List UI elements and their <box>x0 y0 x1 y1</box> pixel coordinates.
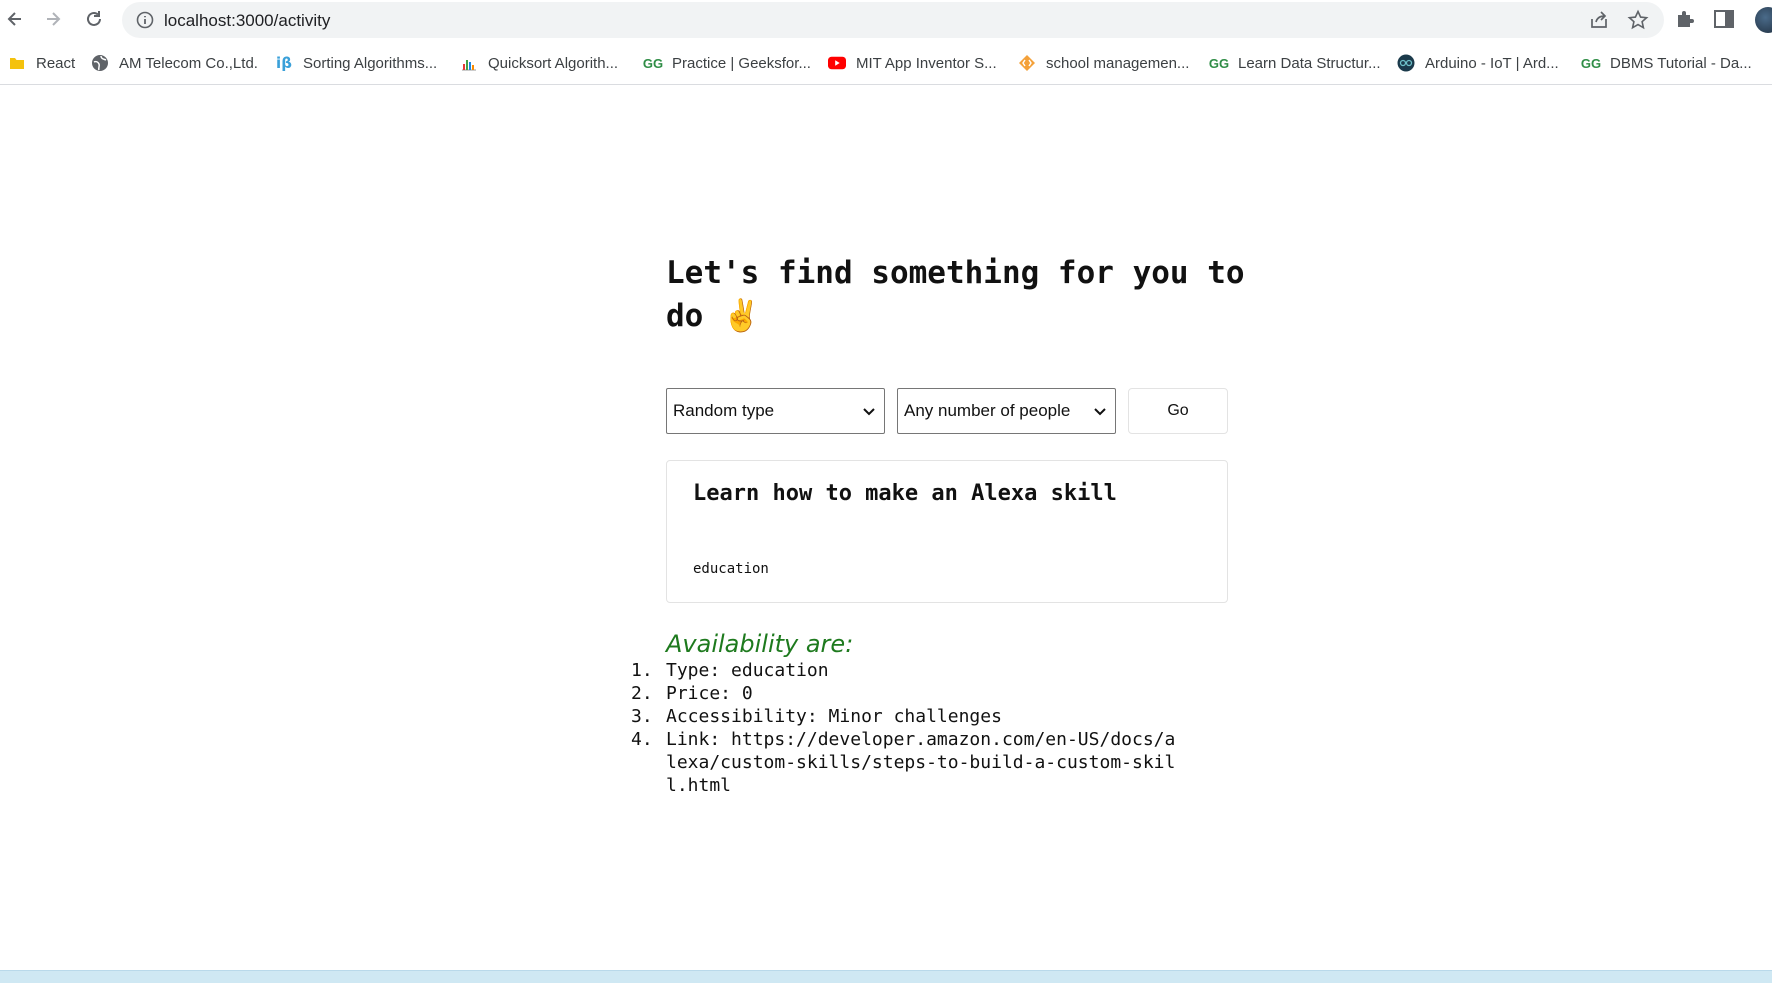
go-button[interactable]: Go <box>1128 388 1228 434</box>
bookmark-item[interactable]: GG DBMS Tutorial - Da... <box>1580 52 1752 74</box>
side-panel-icon[interactable] <box>1712 7 1736 31</box>
bookmark-item[interactable]: MIT App Inventor S... <box>828 52 997 74</box>
bookmark-item[interactable]: GG Learn Data Structur... <box>1208 52 1381 74</box>
site-info-icon[interactable] <box>136 11 154 34</box>
bookmark-item[interactable]: GG Practice | Geeksfor... <box>642 52 811 74</box>
folder-icon <box>8 54 26 72</box>
bookmarks-bar: React AM Telecom Co.,Ltd. iβ Sorting Alg… <box>0 42 1772 85</box>
list-item: 1. Type: education <box>631 660 829 681</box>
bookmark-item[interactable]: React <box>8 52 75 74</box>
reload-icon[interactable] <box>81 6 107 32</box>
list-item: 4. Link: https://developer.amazon.com/en… <box>631 729 1176 796</box>
availability-heading: Availability are: <box>666 630 854 658</box>
bookmark-item[interactable]: Quicksort Algorith... <box>460 52 618 74</box>
people-select[interactable]: Any number of people <box>897 388 1116 434</box>
taskbar-strip <box>0 970 1772 983</box>
activity-card: Learn how to make an Alexa skill educati… <box>666 460 1228 603</box>
activity-type: education <box>693 561 769 577</box>
ib-icon: iβ <box>276 54 292 72</box>
availability-list: 1. Type: education 2. Price: 0 3. Access… <box>631 659 1186 797</box>
browser-toolbar: localhost:3000/activity <box>0 0 1772 38</box>
url-text[interactable]: localhost:3000/activity <box>164 11 330 31</box>
gfg-icon: GG <box>642 55 664 71</box>
page-title: Let's find something for you to do ✌️ <box>666 255 1245 334</box>
list-item: 2. Price: 0 <box>631 683 753 704</box>
chevron-down-icon <box>1093 404 1107 424</box>
back-arrow-icon[interactable] <box>2 6 28 32</box>
list-item: 3. Accessibility: Minor challenges <box>631 706 1002 727</box>
share-icon[interactable] <box>1588 9 1610 31</box>
globe-icon <box>91 54 109 72</box>
bookmark-item[interactable]: Arduino - IoT | Ard... <box>1397 52 1559 74</box>
activity-title: Learn how to make an Alexa skill <box>693 481 1117 506</box>
arduino-icon <box>1397 54 1415 72</box>
type-select[interactable]: Random type <box>666 388 885 434</box>
gfg-icon: GG <box>1208 55 1230 71</box>
bookmark-item[interactable]: AM Telecom Co.,Ltd. <box>91 52 258 74</box>
youtube-icon <box>828 54 846 72</box>
profile-avatar[interactable] <box>1755 7 1772 33</box>
forward-arrow-icon[interactable] <box>40 6 66 32</box>
address-bar[interactable]: localhost:3000/activity <box>122 2 1664 38</box>
bookmark-item[interactable]: iβ Sorting Algorithms... <box>275 52 437 74</box>
extensions-puzzle-icon[interactable] <box>1674 7 1698 31</box>
gfg-icon: GG <box>1580 55 1602 71</box>
chevron-down-icon <box>862 404 876 424</box>
bars-icon <box>460 54 478 72</box>
bookmark-item[interactable]: school managemen... <box>1018 52 1189 74</box>
bookmark-star-icon[interactable] <box>1627 9 1649 31</box>
code-icon <box>1018 54 1036 72</box>
